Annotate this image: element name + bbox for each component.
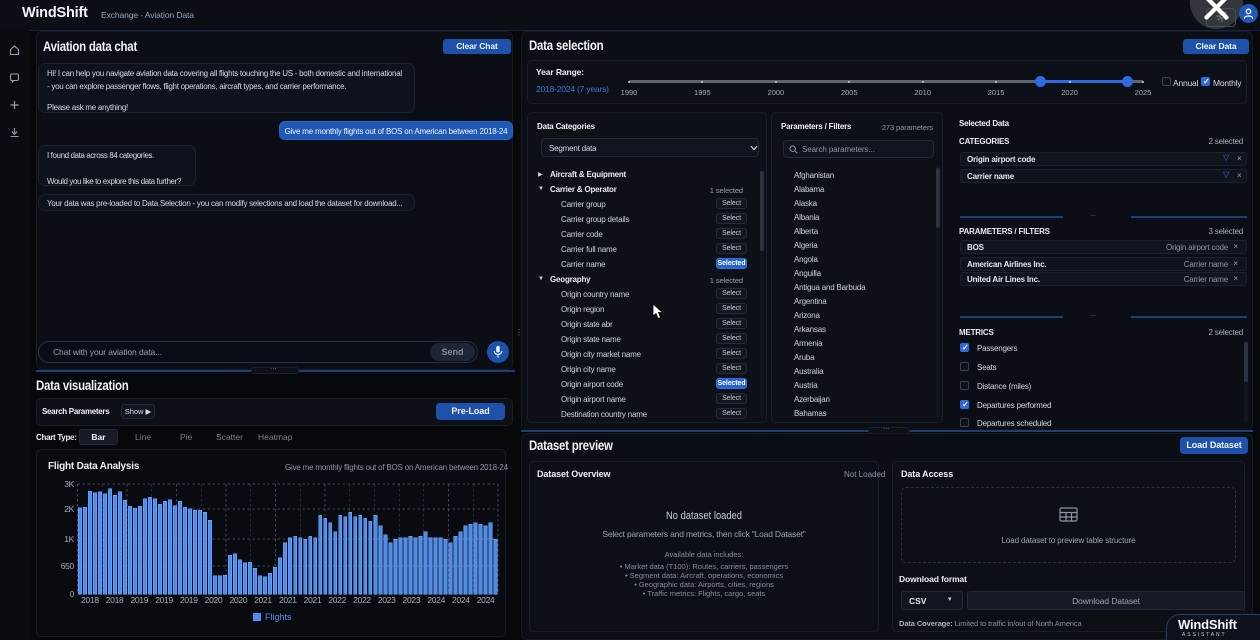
svg-text:0: 0 — [70, 589, 75, 599]
svg-text:2022: 2022 — [328, 595, 346, 605]
svg-text:2022: 2022 — [353, 595, 371, 605]
svg-text:2024: 2024 — [477, 595, 495, 605]
svg-text:650: 650 — [61, 561, 75, 571]
svg-text:2019: 2019 — [130, 595, 148, 605]
svg-text:2021: 2021 — [279, 595, 297, 605]
svg-text:2K: 2K — [64, 504, 74, 514]
svg-text:2023: 2023 — [403, 595, 421, 605]
svg-text:2021: 2021 — [304, 595, 322, 605]
svg-text:2018: 2018 — [106, 595, 124, 605]
svg-text:2024: 2024 — [427, 595, 445, 605]
svg-text:2020: 2020 — [229, 595, 247, 605]
svg-text:2024: 2024 — [452, 595, 470, 605]
svg-text:2021: 2021 — [254, 595, 272, 605]
svg-text:Flights: Flights — [265, 612, 292, 622]
svg-text:2019: 2019 — [180, 595, 198, 605]
svg-text:3K: 3K — [64, 479, 74, 489]
svg-text:2019: 2019 — [155, 595, 173, 605]
svg-text:2018: 2018 — [81, 595, 99, 605]
svg-text:1K: 1K — [64, 534, 74, 544]
svg-text:2020: 2020 — [205, 595, 223, 605]
svg-text:2023: 2023 — [378, 595, 396, 605]
